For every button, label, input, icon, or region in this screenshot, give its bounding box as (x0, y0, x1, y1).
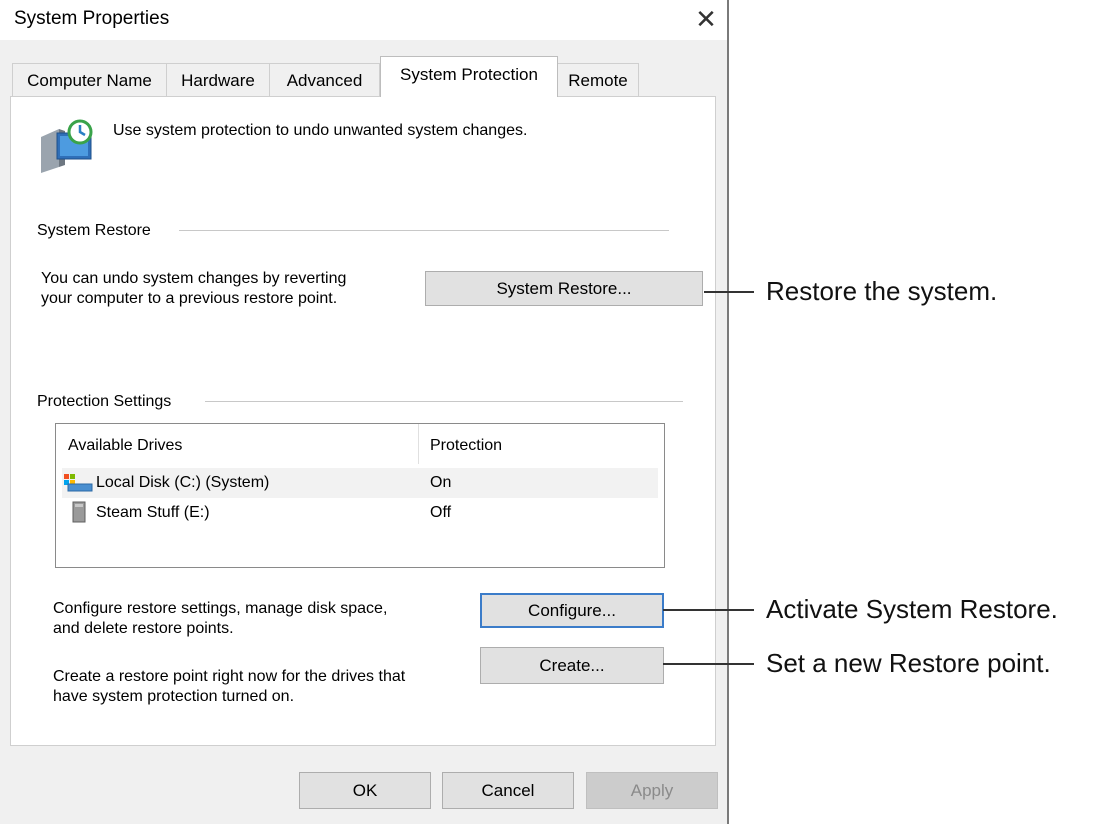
title-bar: System Properties ✕ (0, 0, 727, 40)
callout-line-configure (663, 609, 754, 611)
system-restore-group-label: System Restore (37, 222, 151, 239)
callout-line-restore (704, 291, 754, 293)
dialog-footer: OK Cancel Apply (0, 752, 727, 824)
protection-settings-group-label: Protection Settings (37, 393, 172, 410)
drive-icon (72, 501, 86, 523)
drive-protection-status: Off (430, 504, 452, 521)
configure-description-line1: Configure restore settings, manage disk … (53, 600, 388, 617)
column-header-protection[interactable]: Protection (430, 436, 502, 456)
ok-button[interactable]: OK (299, 772, 431, 809)
cancel-button[interactable]: Cancel (442, 772, 574, 809)
tab-system-protection[interactable]: System Protection (380, 56, 558, 97)
callout-line-create (663, 663, 754, 665)
system-restore-description-line2: your computer to a previous restore poin… (41, 290, 338, 307)
tab-hardware[interactable]: Hardware (166, 63, 270, 96)
column-separator (418, 424, 419, 464)
create-description-line1: Create a restore point right now for the… (53, 668, 406, 685)
drives-list[interactable]: Available Drives Protection Local Disk (… (55, 423, 665, 568)
callout-restore: Restore the system. (766, 276, 998, 306)
system-drive-icon (64, 474, 94, 492)
tab-advanced[interactable]: Advanced (269, 63, 380, 96)
system-restore-description-line1: You can undo system changes by reverting (41, 270, 347, 287)
system-protection-panel: Use system protection to undo unwanted s… (10, 96, 716, 746)
create-button[interactable]: Create... (480, 647, 664, 684)
tab-computer-name[interactable]: Computer Name (12, 63, 167, 96)
close-icon[interactable]: ✕ (688, 2, 724, 36)
callout-create: Set a new Restore point. (766, 648, 1051, 678)
configure-description-line2: and delete restore points. (53, 620, 234, 637)
drive-name: Steam Stuff (E:) (96, 504, 210, 521)
tab-remote[interactable]: Remote (557, 63, 639, 96)
drive-name: Local Disk (C:) (System) (96, 474, 270, 491)
column-header-available-drives[interactable]: Available Drives (68, 436, 182, 456)
system-restore-button[interactable]: System Restore... (425, 271, 703, 306)
system-properties-dialog: System Properties ✕ Computer Name Hardwa… (0, 0, 729, 824)
tab-strip: Computer Name Hardware Advanced System P… (0, 56, 727, 98)
drive-row-c[interactable]: Local Disk (C:) (System) On (62, 468, 658, 498)
configure-button[interactable]: Configure... (480, 593, 664, 628)
system-protection-icon (35, 119, 97, 177)
window-title: System Properties (14, 8, 170, 29)
create-description-line2: have system protection turned on. (53, 688, 295, 705)
callout-configure: Activate System Restore. (766, 594, 1058, 624)
apply-button[interactable]: Apply (586, 772, 718, 809)
drive-row-e[interactable]: Steam Stuff (E:) Off (62, 498, 658, 528)
group-divider (205, 401, 683, 402)
header-text: Use system protection to undo unwanted s… (113, 122, 528, 139)
drive-protection-status: On (430, 474, 452, 491)
group-divider (179, 230, 669, 231)
